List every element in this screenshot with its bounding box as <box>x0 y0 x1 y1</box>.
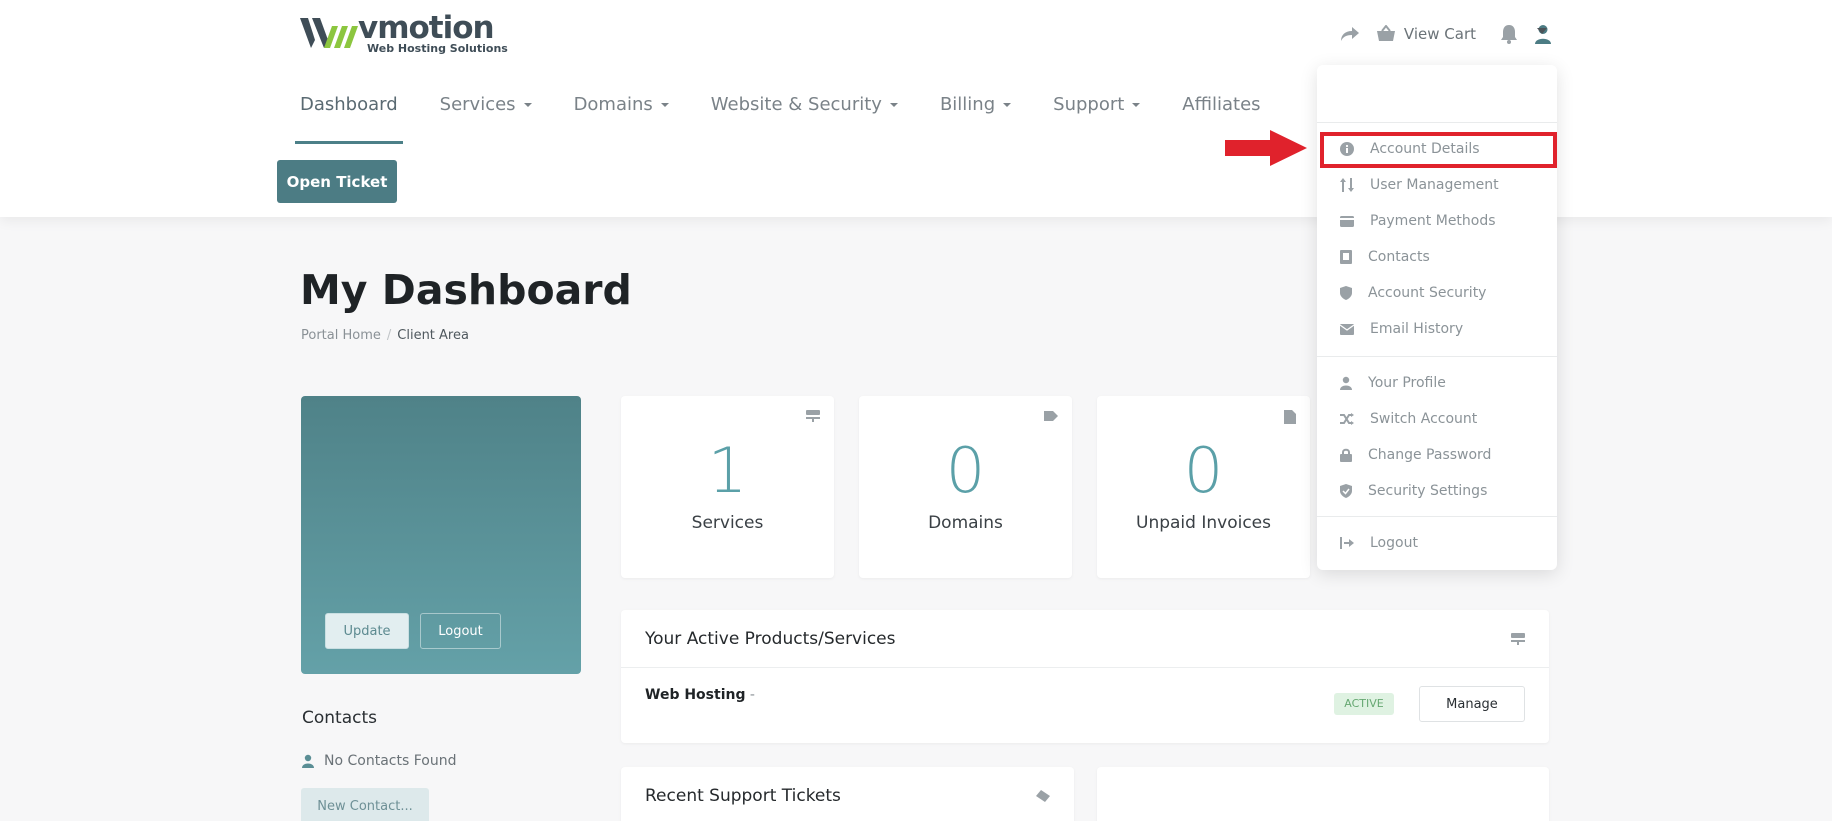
secondary-panel <box>1097 767 1549 821</box>
nav-affiliates[interactable]: Affiliates <box>1182 90 1260 118</box>
vmotion-logo[interactable]: vmotion Web Hosting Solutions <box>300 10 508 58</box>
shopping-basket-icon <box>1376 25 1395 41</box>
menu-item-security-settings[interactable]: Security Settings <box>1317 473 1557 509</box>
notifications-button[interactable] <box>1500 24 1518 44</box>
user-icon <box>302 754 314 768</box>
domains-count: 0 <box>945 434 986 507</box>
caret-down-icon <box>889 103 898 107</box>
recent-tickets-panel: Recent Support Tickets <box>621 767 1074 821</box>
stat-tile-unpaid-invoices[interactable]: 0 Unpaid Invoices <box>1097 396 1310 578</box>
shield-icon <box>1340 286 1352 300</box>
caret-down-icon <box>1003 103 1012 107</box>
user-icon <box>1535 25 1551 44</box>
breadcrumb: Portal Home / Client Area <box>301 328 469 343</box>
no-contacts-label: No Contacts Found <box>324 753 457 769</box>
nav-dashboard[interactable]: Dashboard <box>295 90 403 144</box>
recent-tickets-title: Recent Support Tickets <box>645 786 841 806</box>
view-cart-link[interactable]: View Cart <box>1376 25 1476 43</box>
ticket-icon <box>1036 790 1050 802</box>
brand-tagline: Web Hosting Solutions <box>367 42 508 55</box>
nav-support[interactable]: Support <box>1053 90 1141 118</box>
no-contacts-message: No Contacts Found <box>302 753 456 769</box>
menu-item-account-security[interactable]: Account Security <box>1317 275 1557 311</box>
site-header: vmotion Web Hosting Solutions View Cart … <box>0 0 1832 217</box>
annotation-arrow-icon <box>1225 130 1307 166</box>
menu-item-switch-account[interactable]: Switch Account <box>1317 401 1557 437</box>
menu-item-your-profile[interactable]: Your Profile <box>1317 365 1557 401</box>
service-row: Web Hosting - <box>621 668 1549 744</box>
menu-item-logout[interactable]: Logout <box>1317 525 1557 561</box>
recent-tickets-header: Recent Support Tickets <box>621 767 1074 821</box>
breadcrumb-current: Client Area <box>397 328 469 343</box>
new-contact-button[interactable]: New Contact... <box>301 788 429 821</box>
envelope-icon <box>1340 323 1354 335</box>
menu-item-contacts[interactable]: Contacts <box>1317 239 1557 275</box>
open-ticket-button[interactable]: Open Ticket <box>277 160 397 203</box>
services-count: 1 <box>707 434 748 507</box>
sort-arrows-icon <box>1340 178 1354 192</box>
caret-down-icon <box>1132 103 1141 107</box>
invoices-count: 0 <box>1183 434 1224 507</box>
menu-item-email-history[interactable]: Email History <box>1317 311 1557 347</box>
lock-icon <box>1340 448 1352 462</box>
view-cart-label: View Cart <box>1403 25 1476 43</box>
menu-divider <box>1317 122 1557 123</box>
active-products-title: Your Active Products/Services <box>645 628 896 649</box>
menu-divider <box>1317 516 1557 517</box>
top-actions: View Cart <box>1340 20 1552 48</box>
breadcrumb-portal-home[interactable]: Portal Home <box>301 328 381 343</box>
logo-mark-icon <box>300 18 358 48</box>
stat-tile-services[interactable]: 1 Services <box>621 396 834 578</box>
user-menu-button[interactable] <box>1534 24 1552 44</box>
menu-item-user-management[interactable]: User Management <box>1317 167 1557 203</box>
address-book-icon <box>1340 250 1352 264</box>
services-label: Services <box>691 513 764 533</box>
menu-item-payment-methods[interactable]: Payment Methods <box>1317 203 1557 239</box>
card-logout-button[interactable]: Logout <box>420 613 501 649</box>
caret-down-icon <box>660 103 669 107</box>
service-name[interactable]: Web Hosting - <box>645 687 755 703</box>
nav-services[interactable]: Services <box>440 90 532 118</box>
wallet-icon <box>1340 216 1354 227</box>
bell-icon <box>1501 25 1517 44</box>
main-nav: Dashboard Services Domains Website & Sec… <box>295 90 1303 144</box>
breadcrumb-separator: / <box>386 328 392 343</box>
menu-item-change-password[interactable]: Change Password <box>1317 437 1557 473</box>
active-products-header: Your Active Products/Services <box>621 610 1549 668</box>
annotation-highlight-box <box>1320 132 1557 168</box>
nav-billing[interactable]: Billing <box>940 90 1012 118</box>
user-icon <box>1340 376 1352 390</box>
sign-out-icon <box>1340 537 1354 549</box>
invoices-label: Unpaid Invoices <box>1136 513 1271 533</box>
profile-card: Update Logout <box>301 396 581 674</box>
share-button[interactable] <box>1340 26 1360 42</box>
shield-check-icon <box>1340 484 1352 498</box>
server-icon <box>806 410 820 422</box>
update-profile-button[interactable]: Update <box>325 613 409 649</box>
contacts-heading: Contacts <box>302 708 377 728</box>
active-products-panel: Your Active Products/Services Web Hostin… <box>621 610 1549 743</box>
brand-name: vmotion <box>358 10 495 46</box>
status-badge: ACTIVE <box>1334 693 1394 715</box>
share-arrow-icon <box>1340 27 1359 41</box>
menu-divider <box>1317 356 1557 357</box>
chevron-down-icon[interactable] <box>1537 28 1547 34</box>
server-icon <box>1511 632 1525 645</box>
nav-website-security[interactable]: Website & Security <box>711 90 898 118</box>
manage-button[interactable]: Manage <box>1419 686 1525 722</box>
tag-icon <box>1044 411 1058 421</box>
caret-down-icon <box>523 103 532 107</box>
stat-tile-domains[interactable]: 0 Domains <box>859 396 1072 578</box>
page-title: My Dashboard <box>300 266 632 314</box>
domains-label: Domains <box>928 513 1003 533</box>
shuffle-icon <box>1340 413 1354 425</box>
file-icon <box>1284 410 1296 424</box>
nav-domains[interactable]: Domains <box>574 90 669 118</box>
